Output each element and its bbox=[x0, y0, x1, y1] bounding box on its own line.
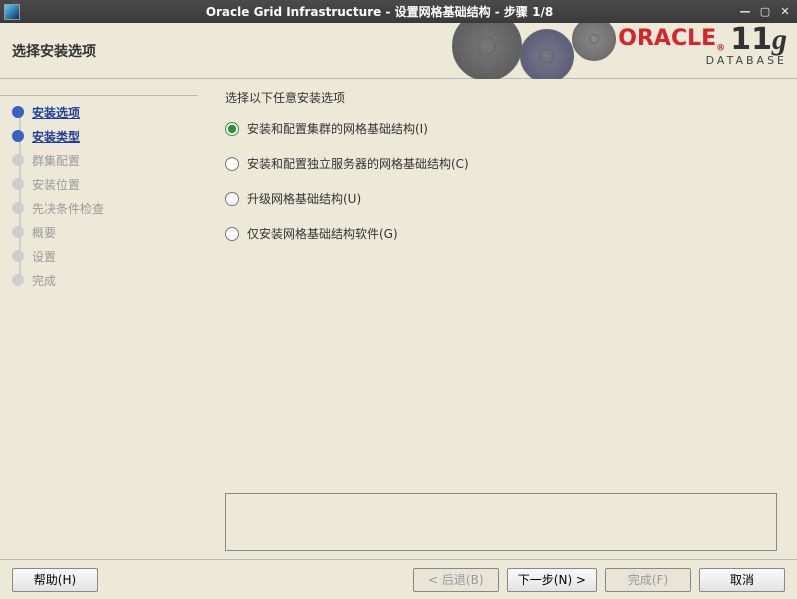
install-option-label: 仅安装网格基础结构软件(G) bbox=[247, 225, 398, 242]
window-title: Oracle Grid Infrastructure - 设置网格基础结构 - … bbox=[26, 3, 733, 20]
window-titlebar: Oracle Grid Infrastructure - 设置网格基础结构 - … bbox=[0, 0, 797, 23]
install-option-upgrade[interactable]: 升级网格基础结构(U) bbox=[225, 190, 777, 207]
install-option-radio[interactable] bbox=[225, 192, 239, 206]
step-node-icon bbox=[12, 202, 24, 214]
help-button[interactable]: 帮助(H) bbox=[12, 568, 98, 592]
step-label: 群集配置 bbox=[32, 152, 80, 169]
step-4: 先决条件检查 bbox=[12, 196, 210, 220]
install-option-label: 升级网格基础结构(U) bbox=[247, 190, 361, 207]
install-option-radio[interactable] bbox=[225, 227, 239, 241]
oracle-logo: ORACLE® 11g DATABASE bbox=[618, 25, 787, 66]
step-1[interactable]: 安装类型 bbox=[12, 124, 210, 148]
message-area bbox=[225, 493, 777, 551]
wizard-content: 选择以下任意安装选项 安装和配置集群的网格基础结构(I) 安装和配置独立服务器的网… bbox=[210, 79, 797, 559]
step-label: 安装位置 bbox=[32, 176, 80, 193]
step-label[interactable]: 安装选项 bbox=[32, 104, 80, 121]
maximize-button[interactable]: ▢ bbox=[757, 5, 773, 19]
minimize-button[interactable]: — bbox=[737, 5, 753, 19]
page-title: 选择安装选项 bbox=[0, 41, 96, 61]
step-list: 安装选项安装类型群集配置安装位置先决条件检查概要设置完成 bbox=[12, 100, 210, 292]
cancel-button[interactable]: 取消 bbox=[699, 568, 785, 592]
step-node-icon bbox=[12, 130, 24, 142]
logo-brand: ORACLE® bbox=[618, 26, 725, 51]
logo-version: 11g bbox=[730, 22, 787, 57]
step-2: 群集配置 bbox=[12, 148, 210, 172]
step-label: 先决条件检查 bbox=[32, 200, 104, 217]
wizard-header: 选择安装选项 ORACLE® 11g DATABASE bbox=[0, 23, 797, 79]
step-node-icon bbox=[12, 250, 24, 262]
step-label: 完成 bbox=[32, 272, 56, 289]
close-button[interactable]: ✕ bbox=[777, 5, 793, 19]
step-7: 完成 bbox=[12, 268, 210, 292]
install-option-cluster[interactable]: 安装和配置集群的网格基础结构(I) bbox=[225, 120, 777, 137]
step-label[interactable]: 安装类型 bbox=[32, 128, 80, 145]
logo-product: DATABASE bbox=[618, 55, 787, 66]
step-node-icon bbox=[12, 106, 24, 118]
install-option-standalone[interactable]: 安装和配置独立服务器的网格基础结构(C) bbox=[225, 155, 777, 172]
gear-graphic bbox=[422, 23, 622, 79]
step-node-icon bbox=[12, 178, 24, 190]
wizard-sidebar: 安装选项安装类型群集配置安装位置先决条件检查概要设置完成 bbox=[0, 79, 210, 559]
step-node-icon bbox=[12, 226, 24, 238]
install-options-group: 安装和配置集群的网格基础结构(I) 安装和配置独立服务器的网格基础结构(C) 升级网… bbox=[225, 120, 777, 260]
sidebar-divider bbox=[0, 95, 198, 96]
install-option-label: 安装和配置集群的网格基础结构(I) bbox=[247, 120, 428, 137]
step-node-icon bbox=[12, 154, 24, 166]
install-option-radio[interactable] bbox=[225, 157, 239, 171]
back-button[interactable]: < 后退(B) bbox=[413, 568, 499, 592]
finish-button[interactable]: 完成(F) bbox=[605, 568, 691, 592]
app-icon bbox=[4, 4, 20, 20]
step-6: 设置 bbox=[12, 244, 210, 268]
content-prompt: 选择以下任意安装选项 bbox=[225, 89, 777, 106]
step-node-icon bbox=[12, 274, 24, 286]
install-option-label: 安装和配置独立服务器的网格基础结构(C) bbox=[247, 155, 469, 172]
install-option-software_only[interactable]: 仅安装网格基础结构软件(G) bbox=[225, 225, 777, 242]
step-0[interactable]: 安装选项 bbox=[12, 100, 210, 124]
step-5: 概要 bbox=[12, 220, 210, 244]
install-option-radio[interactable] bbox=[225, 122, 239, 136]
wizard-footer: 帮助(H) < 后退(B) 下一步(N) > 完成(F) 取消 bbox=[0, 559, 797, 599]
step-label: 概要 bbox=[32, 224, 56, 241]
next-button[interactable]: 下一步(N) > bbox=[507, 568, 597, 592]
main-area: 安装选项安装类型群集配置安装位置先决条件检查概要设置完成 选择以下任意安装选项 … bbox=[0, 79, 797, 559]
step-label: 设置 bbox=[32, 248, 56, 265]
step-3: 安装位置 bbox=[12, 172, 210, 196]
